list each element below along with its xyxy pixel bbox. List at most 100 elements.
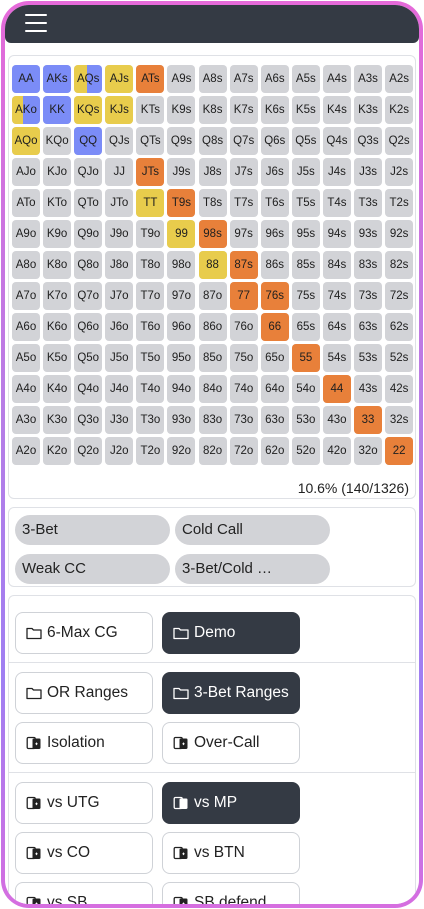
hand-cell-K9s[interactable]: K9s [167, 96, 196, 124]
hand-cell-74s[interactable]: 74s [322, 282, 351, 310]
hand-cell-95s[interactable]: 95s [291, 220, 320, 248]
hand-cell-A5o[interactable]: A5o [12, 344, 40, 372]
hand-cell-J6o[interactable]: J6o [105, 313, 134, 341]
hand-cell-QQ[interactable]: QQ [74, 127, 103, 155]
hand-cell-Q2s[interactable]: Q2s [385, 127, 414, 155]
legend-chip-cold-call[interactable]: Cold Call [175, 515, 330, 545]
hand-cell-42o[interactable]: 42o [322, 437, 351, 465]
hand-cell-A9s[interactable]: A9s [167, 65, 196, 93]
hand-cell-TT[interactable]: TT [136, 189, 165, 217]
hand-cell-75s[interactable]: 75s [291, 282, 320, 310]
hand-cell-T9s[interactable]: T9s [167, 189, 196, 217]
hand-cell-J4o[interactable]: J4o [105, 375, 134, 403]
hand-cell-T5o[interactable]: T5o [136, 344, 165, 372]
legend-chip-weak-cc[interactable]: Weak CC [15, 554, 170, 584]
hand-cell-Q7s[interactable]: Q7s [229, 127, 258, 155]
legend-chip-3-bet-cold[interactable]: 3-Bet/Cold … [175, 554, 330, 584]
hand-cell-72s[interactable]: 72s [385, 282, 414, 310]
hand-cell-Q3o[interactable]: Q3o [74, 406, 103, 434]
hand-cell-A8o[interactable]: A8o [12, 251, 40, 279]
folder-button-3-bet-ranges[interactable]: 3-Bet Ranges [162, 672, 300, 714]
hand-cell-Q4o[interactable]: Q4o [74, 375, 103, 403]
hand-cell-KJo[interactable]: KJo [43, 158, 72, 186]
hand-cell-Q6s[interactable]: Q6s [260, 127, 289, 155]
hand-cell-64s[interactable]: 64s [322, 313, 351, 341]
hand-cell-55[interactable]: 55 [291, 344, 320, 372]
hand-cell-82o[interactable]: 82o [198, 437, 227, 465]
hand-cell-96s[interactable]: 96s [260, 220, 289, 248]
hand-cell-76o[interactable]: 76o [229, 313, 258, 341]
hand-cell-J2o[interactable]: J2o [105, 437, 134, 465]
hand-cell-73s[interactable]: 73s [354, 282, 383, 310]
hand-cell-K5s[interactable]: K5s [291, 96, 320, 124]
hand-cell-A6s[interactable]: A6s [260, 65, 289, 93]
range-button-vs-utg[interactable]: vs UTG [15, 782, 153, 824]
hand-cell-T2o[interactable]: T2o [136, 437, 165, 465]
hand-cell-K7o[interactable]: K7o [43, 282, 72, 310]
hand-cell-A3s[interactable]: A3s [354, 65, 383, 93]
hand-cell-ATs[interactable]: ATs [136, 65, 165, 93]
hand-cell-Q8o[interactable]: Q8o [74, 251, 103, 279]
hand-cell-87s[interactable]: 87s [229, 251, 258, 279]
hand-cell-AJs[interactable]: AJs [105, 65, 134, 93]
hand-cell-K8o[interactable]: K8o [43, 251, 72, 279]
hand-cell-QTo[interactable]: QTo [74, 189, 103, 217]
hand-cell-A9o[interactable]: A9o [12, 220, 40, 248]
hand-cell-KQs[interactable]: KQs [74, 96, 103, 124]
hand-cell-A5s[interactable]: A5s [291, 65, 320, 93]
hand-cell-84s[interactable]: 84s [322, 251, 351, 279]
hand-cell-54o[interactable]: 54o [291, 375, 320, 403]
hand-cell-Q7o[interactable]: Q7o [74, 282, 103, 310]
range-button-vs-btn[interactable]: vs BTN [162, 832, 300, 874]
hand-cell-42s[interactable]: 42s [385, 375, 414, 403]
hand-cell-Q8s[interactable]: Q8s [198, 127, 227, 155]
hand-cell-T8s[interactable]: T8s [198, 189, 227, 217]
hand-cell-AQs[interactable]: AQs [74, 65, 103, 93]
hand-cell-JJ[interactable]: JJ [105, 158, 134, 186]
hand-cell-95o[interactable]: 95o [167, 344, 196, 372]
hand-cell-62o[interactable]: 62o [260, 437, 289, 465]
hand-cell-A7o[interactable]: A7o [12, 282, 40, 310]
hand-cell-Q9o[interactable]: Q9o [74, 220, 103, 248]
hand-cell-98s[interactable]: 98s [198, 220, 227, 248]
hand-cell-K3s[interactable]: K3s [354, 96, 383, 124]
hand-cell-54s[interactable]: 54s [322, 344, 351, 372]
range-button-vs-mp[interactable]: vs MP [162, 782, 300, 824]
hand-cell-93s[interactable]: 93s [354, 220, 383, 248]
hand-cell-J6s[interactable]: J6s [260, 158, 289, 186]
hand-cell-J5s[interactable]: J5s [291, 158, 320, 186]
range-button-over-call[interactable]: Over-Call [162, 722, 300, 764]
hand-cell-A4s[interactable]: A4s [322, 65, 351, 93]
hand-cell-ATo[interactable]: ATo [12, 189, 40, 217]
hand-cell-93o[interactable]: 93o [167, 406, 196, 434]
hand-cell-A4o[interactable]: A4o [12, 375, 40, 403]
hand-cell-K7s[interactable]: K7s [229, 96, 258, 124]
hand-cell-T3s[interactable]: T3s [354, 189, 383, 217]
hand-cell-AQo[interactable]: AQo [12, 127, 40, 155]
hand-cell-A7s[interactable]: A7s [229, 65, 258, 93]
hand-cell-J7o[interactable]: J7o [105, 282, 134, 310]
range-button-vs-sb[interactable]: vs SB [15, 882, 153, 904]
hand-cell-Q2o[interactable]: Q2o [74, 437, 103, 465]
hand-cell-T7s[interactable]: T7s [229, 189, 258, 217]
hand-cell-52s[interactable]: 52s [385, 344, 414, 372]
hand-cell-K2s[interactable]: K2s [385, 96, 414, 124]
hand-cell-94o[interactable]: 94o [167, 375, 196, 403]
hand-cell-44[interactable]: 44 [322, 375, 351, 403]
folder-button-or-ranges[interactable]: OR Ranges [15, 672, 153, 714]
hand-cell-A2s[interactable]: A2s [385, 65, 414, 93]
hand-cell-T8o[interactable]: T8o [136, 251, 165, 279]
hand-cell-65o[interactable]: 65o [260, 344, 289, 372]
hand-cell-T5s[interactable]: T5s [291, 189, 320, 217]
hand-cell-J7s[interactable]: J7s [229, 158, 258, 186]
hand-cell-43s[interactable]: 43s [354, 375, 383, 403]
hand-cell-53o[interactable]: 53o [291, 406, 320, 434]
hand-cell-43o[interactable]: 43o [322, 406, 351, 434]
hand-cell-J3o[interactable]: J3o [105, 406, 134, 434]
range-button-isolation[interactable]: Isolation [15, 722, 153, 764]
hand-cell-K6s[interactable]: K6s [260, 96, 289, 124]
hand-cell-92s[interactable]: 92s [385, 220, 414, 248]
hand-cell-K8s[interactable]: K8s [198, 96, 227, 124]
hand-cell-KJs[interactable]: KJs [105, 96, 134, 124]
hand-cell-85o[interactable]: 85o [198, 344, 227, 372]
